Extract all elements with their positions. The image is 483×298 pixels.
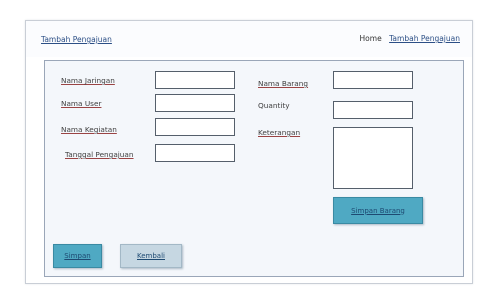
- tanggal-pengajuan-input[interactable]: [155, 144, 235, 162]
- form-panel: Nama Jaringan Nama User Nama Kegiatan Ta…: [44, 60, 464, 277]
- kembali-button[interactable]: Kembali: [120, 244, 182, 268]
- quantity-input[interactable]: [333, 101, 413, 119]
- nama-barang-label: Nama Barang: [258, 79, 309, 88]
- app-window: Tambah Pengajuan Home Tambah Pengajuan N…: [25, 20, 473, 284]
- nav-tambah-pengajuan-link[interactable]: Tambah Pengajuan: [389, 34, 460, 43]
- nama-user-input[interactable]: [155, 94, 235, 112]
- page-title: Tambah Pengajuan: [41, 35, 112, 44]
- simpan-barang-button[interactable]: Simpan Barang: [333, 197, 423, 224]
- nama-kegiatan-label: Nama Kegiatan: [61, 125, 117, 134]
- keterangan-textarea[interactable]: [333, 127, 413, 189]
- keterangan-label: Keterangan: [258, 128, 301, 137]
- page-header: Tambah Pengajuan Home Tambah Pengajuan: [26, 21, 472, 57]
- nav-home-link[interactable]: Home: [360, 34, 382, 43]
- nama-jaringan-label: Nama Jaringan: [61, 76, 115, 85]
- nama-kegiatan-input[interactable]: [155, 118, 235, 136]
- nama-barang-input[interactable]: [333, 71, 413, 89]
- tanggal-pengajuan-label: Tanggal Pengajuan: [65, 150, 134, 159]
- quantity-label: Quantity: [258, 101, 290, 110]
- nama-jaringan-input[interactable]: [155, 71, 235, 89]
- nama-user-label: Nama User: [61, 99, 102, 108]
- breadcrumb: Home Tambah Pengajuan: [360, 34, 460, 43]
- simpan-button[interactable]: Simpan: [53, 244, 102, 268]
